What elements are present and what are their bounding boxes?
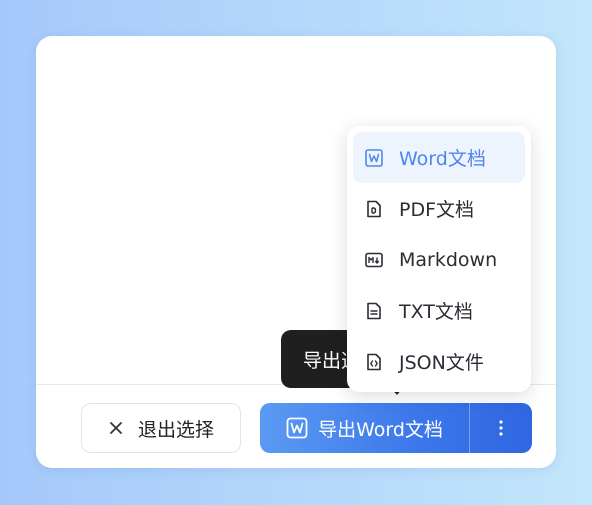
- menu-item-label: JSON文件: [399, 352, 484, 374]
- pdf-doc-icon: [365, 200, 383, 218]
- menu-item-label: PDF文档: [399, 199, 475, 221]
- menu-item-label: Word文档: [399, 148, 486, 170]
- menu-item-txt[interactable]: TXT文档: [353, 285, 525, 336]
- word-doc-icon: [365, 148, 383, 167]
- word-doc-icon: [286, 417, 308, 439]
- menu-item-json[interactable]: JSON文件: [353, 336, 525, 387]
- export-more-button[interactable]: [470, 403, 532, 453]
- json-file-icon: [365, 353, 383, 371]
- txt-doc-icon: [365, 302, 383, 320]
- export-format-menu: Word文档 PDF文档 Markdown TXT文档 JSON文件: [347, 126, 531, 392]
- close-icon: [108, 420, 124, 436]
- menu-item-label: TXT文档: [399, 301, 473, 323]
- markdown-icon: [365, 251, 383, 269]
- menu-item-markdown[interactable]: Markdown: [353, 234, 525, 285]
- menu-item-word[interactable]: Word文档: [353, 132, 525, 183]
- menu-item-pdf[interactable]: PDF文档: [353, 183, 525, 234]
- export-word-button[interactable]: 导出Word文档: [260, 403, 469, 453]
- menu-item-label: Markdown: [399, 248, 498, 271]
- more-vertical-icon: [498, 419, 504, 437]
- export-word-label: 导出Word文档: [318, 418, 443, 441]
- export-split-button: 导出Word文档: [260, 403, 532, 453]
- exit-selection-button[interactable]: 退出选择: [81, 403, 241, 453]
- exit-selection-label: 退出选择: [137, 418, 214, 441]
- export-dialog-card: 退出选择 导出Word文档 导出选 Word文档 PDF文档 Markdown …: [36, 36, 556, 468]
